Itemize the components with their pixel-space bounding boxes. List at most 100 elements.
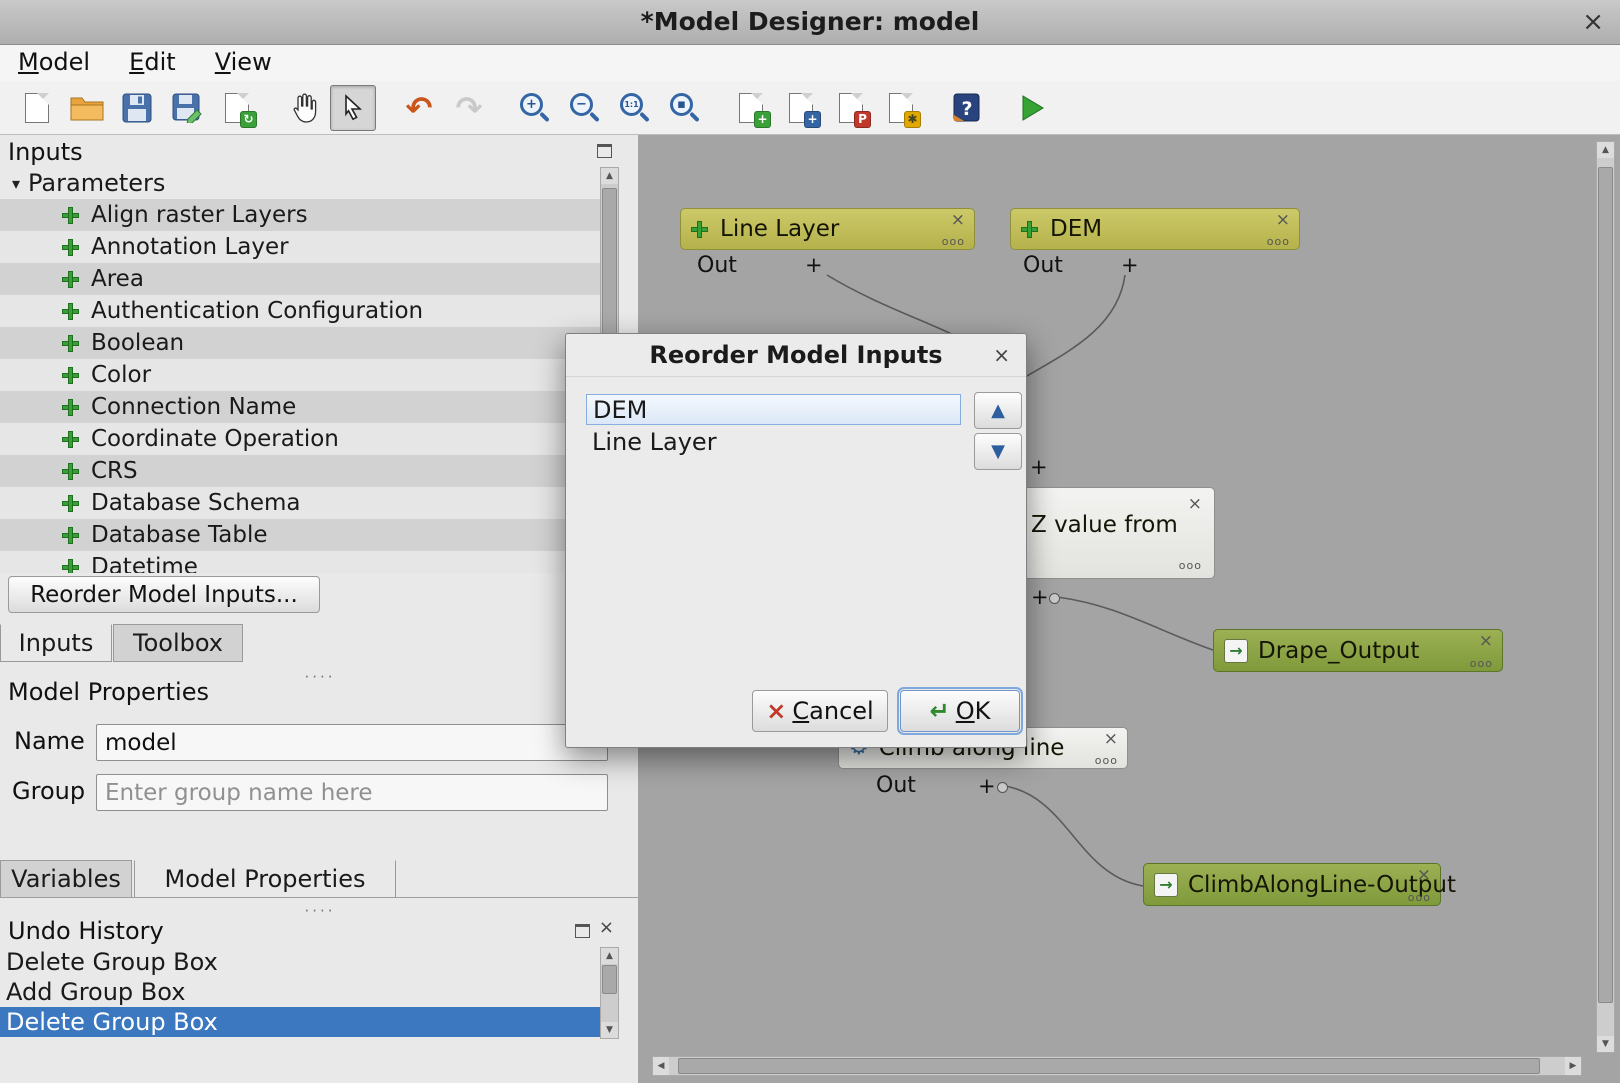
plus-port-label[interactable]: + [1031, 585, 1049, 609]
node-collapse-icon[interactable]: × [1104, 731, 1118, 748]
node-collapse-icon[interactable]: × [1276, 212, 1290, 229]
parameter-plus-icon [62, 271, 79, 288]
save-model-as-button[interactable] [164, 85, 210, 131]
export-pdf-button[interactable]: P [828, 85, 874, 131]
node-comment-dots-icon[interactable]: ooo [942, 236, 965, 248]
node-collapse-icon[interactable]: × [951, 212, 965, 229]
zoom-out-button[interactable]: − [562, 85, 608, 131]
node-label: Drape_Output [1258, 638, 1419, 664]
undo-history-item-selected[interactable]: Delete Group Box [0, 1007, 600, 1037]
undo-list-scrollbar[interactable]: ▲ ▼ [600, 947, 619, 1039]
tree-item-label: Connection Name [91, 394, 296, 420]
cancel-button[interactable]: × Cancel [752, 690, 888, 732]
output-socket[interactable] [1049, 593, 1060, 604]
dock-close-icon[interactable]: × [599, 921, 614, 935]
tree-item[interactable]: Datetime [0, 551, 600, 573]
plus-port-label[interactable]: + [1121, 253, 1139, 277]
export-script-button[interactable]: ✱ [878, 85, 924, 131]
move-down-button[interactable]: ▼ [974, 433, 1022, 470]
export-model-button[interactable]: ↻ [214, 85, 260, 131]
tree-item[interactable]: Coordinate Operation [0, 423, 600, 455]
zoom-actual-button[interactable]: 1:1 [612, 85, 658, 131]
tab-inputs[interactable]: Inputs [0, 624, 112, 662]
export-image-button[interactable]: + [728, 85, 774, 131]
tree-item[interactable]: Connection Name [0, 391, 600, 423]
scrollbar-thumb[interactable] [602, 965, 617, 994]
dialog-list-item[interactable]: Line Layer [586, 426, 961, 457]
model-node-line-layer[interactable]: Line Layer × ooo [680, 208, 975, 250]
node-collapse-icon[interactable]: × [1479, 633, 1493, 650]
node-collapse-icon[interactable]: × [1417, 867, 1431, 884]
zoom-full-button[interactable]: ▪ [662, 85, 708, 131]
dock-float-icon[interactable] [597, 144, 612, 158]
output-socket[interactable] [997, 782, 1008, 793]
model-node-dem[interactable]: DEM × ooo [1010, 208, 1300, 250]
tree-item[interactable]: Database Schema [0, 487, 600, 519]
tree-item[interactable]: CRS [0, 455, 600, 487]
svg-text:?: ? [961, 98, 972, 120]
node-collapse-icon[interactable]: × [1188, 496, 1202, 513]
tree-item-label: Annotation Layer [91, 234, 289, 260]
redo-button[interactable]: ↷ [446, 85, 492, 131]
undo-history-item[interactable]: Delete Group Box [0, 947, 600, 977]
node-comment-dots-icon[interactable]: ooo [1095, 755, 1118, 767]
tree-item[interactable]: Database Table [0, 519, 600, 551]
menu-edit[interactable]: Edit [113, 45, 191, 79]
model-node-climb-output[interactable]: → ClimbAlongLine-Output × ooo [1143, 863, 1441, 906]
save-model-button[interactable] [114, 85, 160, 131]
new-model-button[interactable] [14, 85, 60, 131]
export-arrow-badge: ↻ [240, 111, 257, 128]
undo-history-item[interactable]: Add Group Box [0, 977, 600, 1007]
model-group-input[interactable] [96, 774, 608, 811]
plus-port-label[interactable]: + [805, 253, 823, 277]
dock-float-icon[interactable] [575, 924, 590, 938]
open-model-button[interactable] [64, 85, 110, 131]
scroll-up-button[interactable]: ▲ [601, 948, 618, 964]
tree-item-label: Area [91, 266, 144, 292]
dialog-item-label: Line Layer [592, 428, 717, 456]
export-layout-button[interactable]: + [778, 85, 824, 131]
save-as-icon [172, 93, 202, 123]
tree-item[interactable]: Align raster Layers [0, 199, 600, 231]
scroll-up-button[interactable]: ▲ [601, 168, 618, 184]
tree-item[interactable]: Boolean [0, 327, 600, 359]
reorder-model-inputs-button[interactable]: Reorder Model Inputs... [8, 576, 320, 613]
tree-item-label: Coordinate Operation [91, 426, 339, 452]
window-close-button[interactable]: × [1582, 6, 1604, 38]
node-comment-dots-icon[interactable]: ooo [1470, 658, 1493, 670]
move-up-button[interactable]: ▲ [974, 392, 1022, 429]
tab-variables[interactable]: Variables [0, 860, 132, 898]
node-comment-dots-icon[interactable]: ooo [1267, 236, 1290, 248]
tree-item[interactable]: Area [0, 263, 600, 295]
tree-group-parameters[interactable]: ▾ Parameters [0, 167, 600, 199]
model-name-input[interactable] [96, 724, 608, 761]
menu-view[interactable]: View [199, 45, 288, 79]
plus-port-label[interactable]: + [1030, 455, 1048, 479]
dialog-close-button[interactable]: × [993, 344, 1010, 366]
scroll-down-button[interactable]: ▼ [601, 1022, 618, 1038]
model-node-drape-output[interactable]: → Drape_Output × ooo [1213, 629, 1503, 672]
group-label: Group [12, 777, 85, 805]
node-comment-dots-icon[interactable]: ooo [1408, 892, 1431, 904]
node-comment-dots-icon[interactable]: ooo [1179, 560, 1202, 572]
tree-item[interactable]: Annotation Layer [0, 231, 600, 263]
pan-tool-button[interactable] [280, 85, 326, 131]
ok-button[interactable]: ↵ OK [900, 690, 1020, 732]
tree-item[interactable]: Authentication Configuration [0, 295, 600, 327]
tree-item-label: Authentication Configuration [91, 298, 423, 324]
zoom-in-button[interactable]: + [512, 85, 558, 131]
select-tool-button[interactable] [330, 85, 376, 131]
parameter-plus-icon [62, 495, 79, 512]
undo-button[interactable]: ↶ [396, 85, 442, 131]
dialog-list-item-selected[interactable]: DEM [586, 394, 961, 425]
splitter-handle[interactable]: ···· [280, 668, 360, 686]
menu-model[interactable]: Model [2, 45, 106, 79]
run-model-button[interactable] [1010, 85, 1056, 131]
tree-item[interactable]: Color [0, 359, 600, 391]
splitter-handle[interactable]: ···· [280, 902, 360, 920]
tab-toolbox[interactable]: Toolbox [113, 624, 243, 662]
pan-hand-icon [289, 93, 317, 123]
plus-port-label[interactable]: + [978, 774, 996, 798]
tab-model-properties[interactable]: Model Properties [134, 860, 396, 898]
help-button[interactable]: ? [944, 85, 990, 131]
